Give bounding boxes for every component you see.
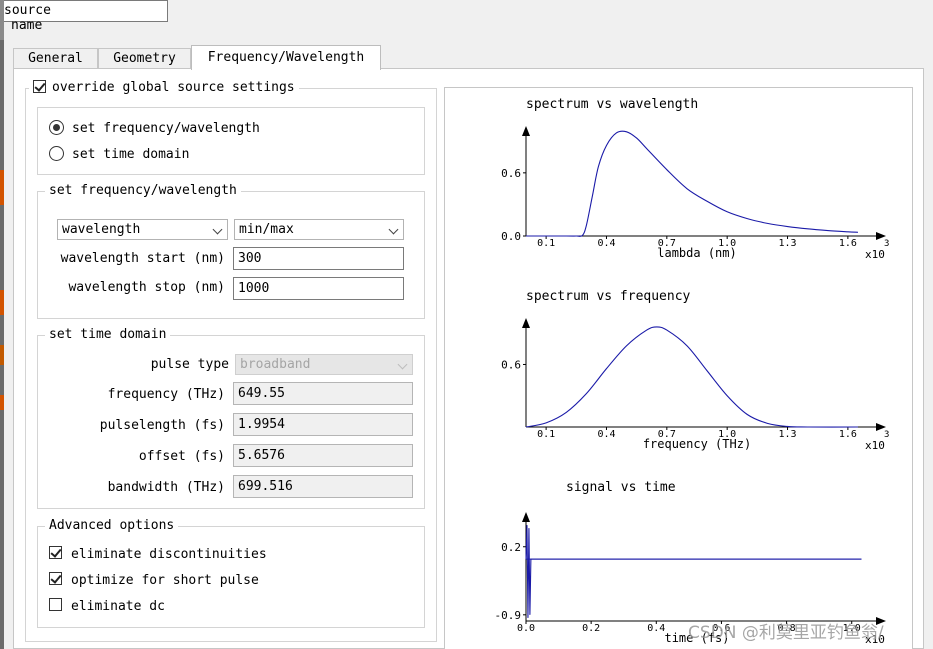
advanced-title: Advanced options <box>45 518 179 534</box>
pulselength-input[interactable]: 1.9954 <box>233 413 413 436</box>
range-select[interactable]: min/max <box>234 219 404 240</box>
wavelength-stop-label: wavelength stop (nm) <box>68 280 225 295</box>
wavelength-start-label: wavelength start (nm) <box>60 251 225 266</box>
eliminate-discontinuities-checkbox[interactable] <box>49 546 62 559</box>
mode-group <box>37 107 425 175</box>
bandwidth-input[interactable]: 699.516 <box>233 475 413 498</box>
radio-label-frequency-wavelength: set frequency/wavelength <box>72 121 260 136</box>
chevron-down-icon <box>397 359 408 370</box>
type-select[interactable]: wavelength <box>57 219 228 240</box>
optimize-short-pulse-checkbox[interactable] <box>49 572 62 585</box>
wavelength-stop-input[interactable]: 1000 <box>233 277 404 300</box>
time-domain-title: set time domain <box>45 327 171 343</box>
wavelength-start-input[interactable]: 300 <box>233 247 404 270</box>
pulse-type-select[interactable]: broadband <box>235 354 413 375</box>
eliminate-dc-checkbox[interactable] <box>49 598 62 611</box>
frequency-label: frequency (THz) <box>107 387 225 402</box>
window-edge <box>0 0 4 649</box>
name-label: name <box>11 18 43 33</box>
radio-label-time-domain: set time domain <box>72 147 190 162</box>
tab-geometry[interactable]: Geometry <box>98 48 191 69</box>
tab-frequency-wavelength[interactable]: Frequency/Wavelength <box>191 45 381 70</box>
optimize-short-pulse-label: optimize for short pulse <box>71 573 259 588</box>
chevron-down-icon <box>388 224 399 235</box>
watermark-text: CSDN @利莫里亚钓鱼翁/ <box>688 623 884 643</box>
type-select-value: wavelength <box>62 222 141 237</box>
plot-title-frequency: spectrum vs frequency <box>526 289 691 304</box>
eliminate-dc-label: eliminate dc <box>71 599 165 614</box>
override-checkbox[interactable] <box>33 80 46 93</box>
override-title: override global source settings <box>29 80 299 96</box>
chevron-down-icon <box>212 224 223 235</box>
offset-input[interactable]: 5.6576 <box>233 444 413 467</box>
eliminate-discontinuities-label: eliminate discontinuities <box>71 547 267 562</box>
radio-set-frequency-wavelength[interactable] <box>49 120 64 135</box>
range-select-value: min/max <box>239 222 294 237</box>
bandwidth-label: bandwidth (THz) <box>107 480 225 495</box>
override-label: override global source settings <box>52 80 295 95</box>
plot-title-wavelength: spectrum vs wavelength <box>526 97 699 112</box>
radio-set-time-domain[interactable] <box>49 146 64 161</box>
plot-area <box>444 87 913 649</box>
frequency-input[interactable]: 649.55 <box>233 382 413 405</box>
pulselength-label: pulselength (fs) <box>99 418 225 433</box>
pulse-type-label: pulse type <box>150 357 229 372</box>
offset-label: offset (fs) <box>138 449 225 464</box>
plot-title-time: signal vs time <box>566 480 676 495</box>
tab-general[interactable]: General <box>13 48 98 69</box>
freq-wave-title: set frequency/wavelength <box>45 183 241 199</box>
pulse-type-value: broadband <box>240 357 311 372</box>
